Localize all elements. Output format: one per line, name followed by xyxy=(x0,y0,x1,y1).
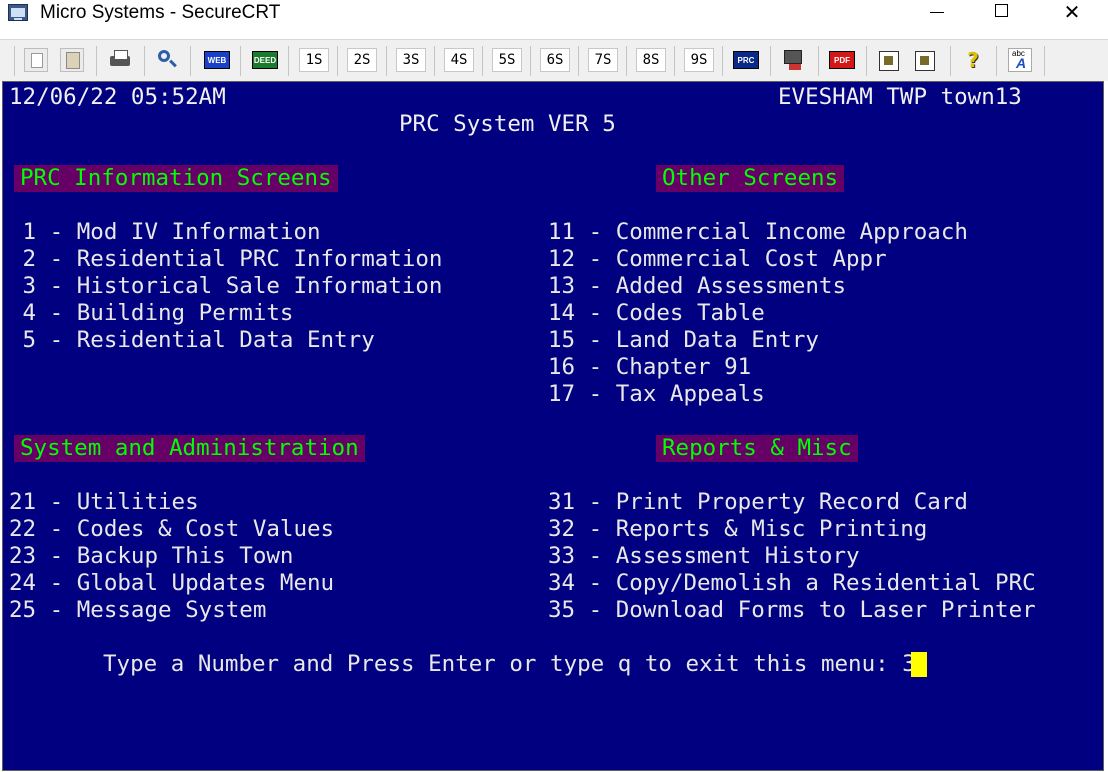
menu-item-34: 34 - Copy/Demolish a Residential PRC xyxy=(548,570,1036,596)
section-other-screens: Other Screens xyxy=(656,165,845,192)
toolbar-separator xyxy=(288,46,289,76)
session-2s-button[interactable]: 2S xyxy=(347,48,377,72)
terminal-screen[interactable]: 12/06/22 05:52AM EVESHAM TWP town13 PRC … xyxy=(2,81,1104,771)
session-5s-button[interactable]: 5S xyxy=(492,48,522,72)
toolbar-separator xyxy=(818,46,819,76)
copy-icon[interactable] xyxy=(24,48,48,72)
toolbar-separator xyxy=(96,46,97,76)
monitor-icon[interactable] xyxy=(781,48,805,72)
menu-item-13: 13 - Added Assessments xyxy=(548,273,847,299)
toolbar-separator xyxy=(190,46,191,76)
toolbar-separator xyxy=(722,46,723,76)
spell-check-label: abc xyxy=(1012,49,1025,58)
menu-item-3: 3 - Historical Sale Information xyxy=(9,273,443,299)
web-icon[interactable]: WEB xyxy=(204,51,230,69)
toolbar-separator xyxy=(434,46,435,76)
securecrt-app-icon xyxy=(8,4,28,21)
menu-item-33: 33 - Assessment History xyxy=(548,543,860,569)
session-options-icon[interactable] xyxy=(877,48,901,72)
maximize-button[interactable] xyxy=(979,0,1025,26)
menu-item-5: 5 - Residential Data Entry xyxy=(9,327,375,353)
menu-item-15: 15 - Land Data Entry xyxy=(548,327,819,353)
paste-icon[interactable] xyxy=(60,48,84,72)
menu-item-25: 25 - Message System xyxy=(9,597,267,623)
terminal-datetime: 12/06/22 05:52AM xyxy=(9,84,226,110)
find-icon[interactable] xyxy=(155,48,179,72)
toolbar-separator xyxy=(386,46,387,76)
menu-item-22: 22 - Codes & Cost Values xyxy=(9,516,335,542)
maximize-icon xyxy=(995,4,1008,17)
session-6s-button[interactable]: 6S xyxy=(540,48,570,72)
help-icon[interactable]: ? xyxy=(961,48,985,72)
menu-item-4: 4 - Building Permits xyxy=(9,300,294,326)
menu-item-16: 16 - Chapter 91 xyxy=(548,354,752,380)
toolbar-separator xyxy=(950,46,951,76)
global-options-icon[interactable] xyxy=(913,48,937,72)
session-1s-button[interactable]: 1S xyxy=(299,48,329,72)
menu-item-2: 2 - Residential PRC Information xyxy=(9,246,443,272)
toolbar-separator xyxy=(866,46,867,76)
menu-item-24: 24 - Global Updates Menu xyxy=(9,570,335,596)
print-icon[interactable] xyxy=(108,48,132,72)
terminal-cursor xyxy=(911,652,927,677)
menu-item-12: 12 - Commercial Cost Appr xyxy=(548,246,887,272)
menu-item-17: 17 - Tax Appeals xyxy=(548,381,765,407)
session-8s-button[interactable]: 8S xyxy=(636,48,666,72)
toolbar-separator xyxy=(578,46,579,76)
deed-icon[interactable]: DEED xyxy=(252,51,278,69)
prc-icon[interactable]: PRC xyxy=(733,51,759,69)
pdf-icon[interactable]: PDF xyxy=(829,51,855,69)
close-button[interactable]: ✕ xyxy=(1049,0,1095,26)
toolbar-separator xyxy=(674,46,675,76)
toolbar-separator xyxy=(626,46,627,76)
toolbar-separator xyxy=(1044,46,1045,76)
spell-check-icon[interactable]: abc xyxy=(1008,48,1032,72)
minimize-icon xyxy=(930,12,944,13)
terminal-system-title: PRC System VER 5 xyxy=(399,111,616,137)
section-system-administration: System and Administration xyxy=(14,435,365,462)
session-4s-button[interactable]: 4S xyxy=(444,48,474,72)
toolbar-separator xyxy=(144,46,145,76)
toolbar: WEB DEED 1S 2S 3S 4S 5S 6S 7S 8S 9S PRC … xyxy=(0,39,1108,81)
menu-item-31: 31 - Print Property Record Card xyxy=(548,489,968,515)
menu-item-32: 32 - Reports & Misc Printing xyxy=(548,516,928,542)
menu-item-23: 23 - Backup This Town xyxy=(9,543,294,569)
menu-item-11: 11 - Commercial Income Approach xyxy=(548,219,968,245)
toolbar-separator xyxy=(996,46,997,76)
menu-item-21: 21 - Utilities xyxy=(9,489,199,515)
toolbar-separator xyxy=(14,46,15,76)
window-title: Micro Systems - SecureCRT xyxy=(40,2,281,23)
title-bar: Micro Systems - SecureCRT ✕ xyxy=(0,0,1108,26)
section-reports-misc: Reports & Misc xyxy=(656,435,858,462)
section-prc-information: PRC Information Screens xyxy=(14,165,338,192)
terminal-prompt[interactable]: Type a Number and Press Enter or type q … xyxy=(103,651,916,678)
terminal-location: EVESHAM TWP town13 xyxy=(778,84,1022,110)
menu-item-1: 1 - Mod IV Information xyxy=(9,219,321,245)
session-7s-button[interactable]: 7S xyxy=(588,48,618,72)
toolbar-separator xyxy=(337,46,338,76)
minimize-button[interactable] xyxy=(914,0,960,26)
session-9s-button[interactable]: 9S xyxy=(684,48,714,72)
menu-item-35: 35 - Download Forms to Laser Printer xyxy=(548,597,1036,623)
session-3s-button[interactable]: 3S xyxy=(396,48,426,72)
toolbar-separator xyxy=(770,46,771,76)
toolbar-separator xyxy=(530,46,531,76)
toolbar-separator xyxy=(240,46,241,76)
menu-item-14: 14 - Codes Table xyxy=(548,300,765,326)
toolbar-separator xyxy=(482,46,483,76)
